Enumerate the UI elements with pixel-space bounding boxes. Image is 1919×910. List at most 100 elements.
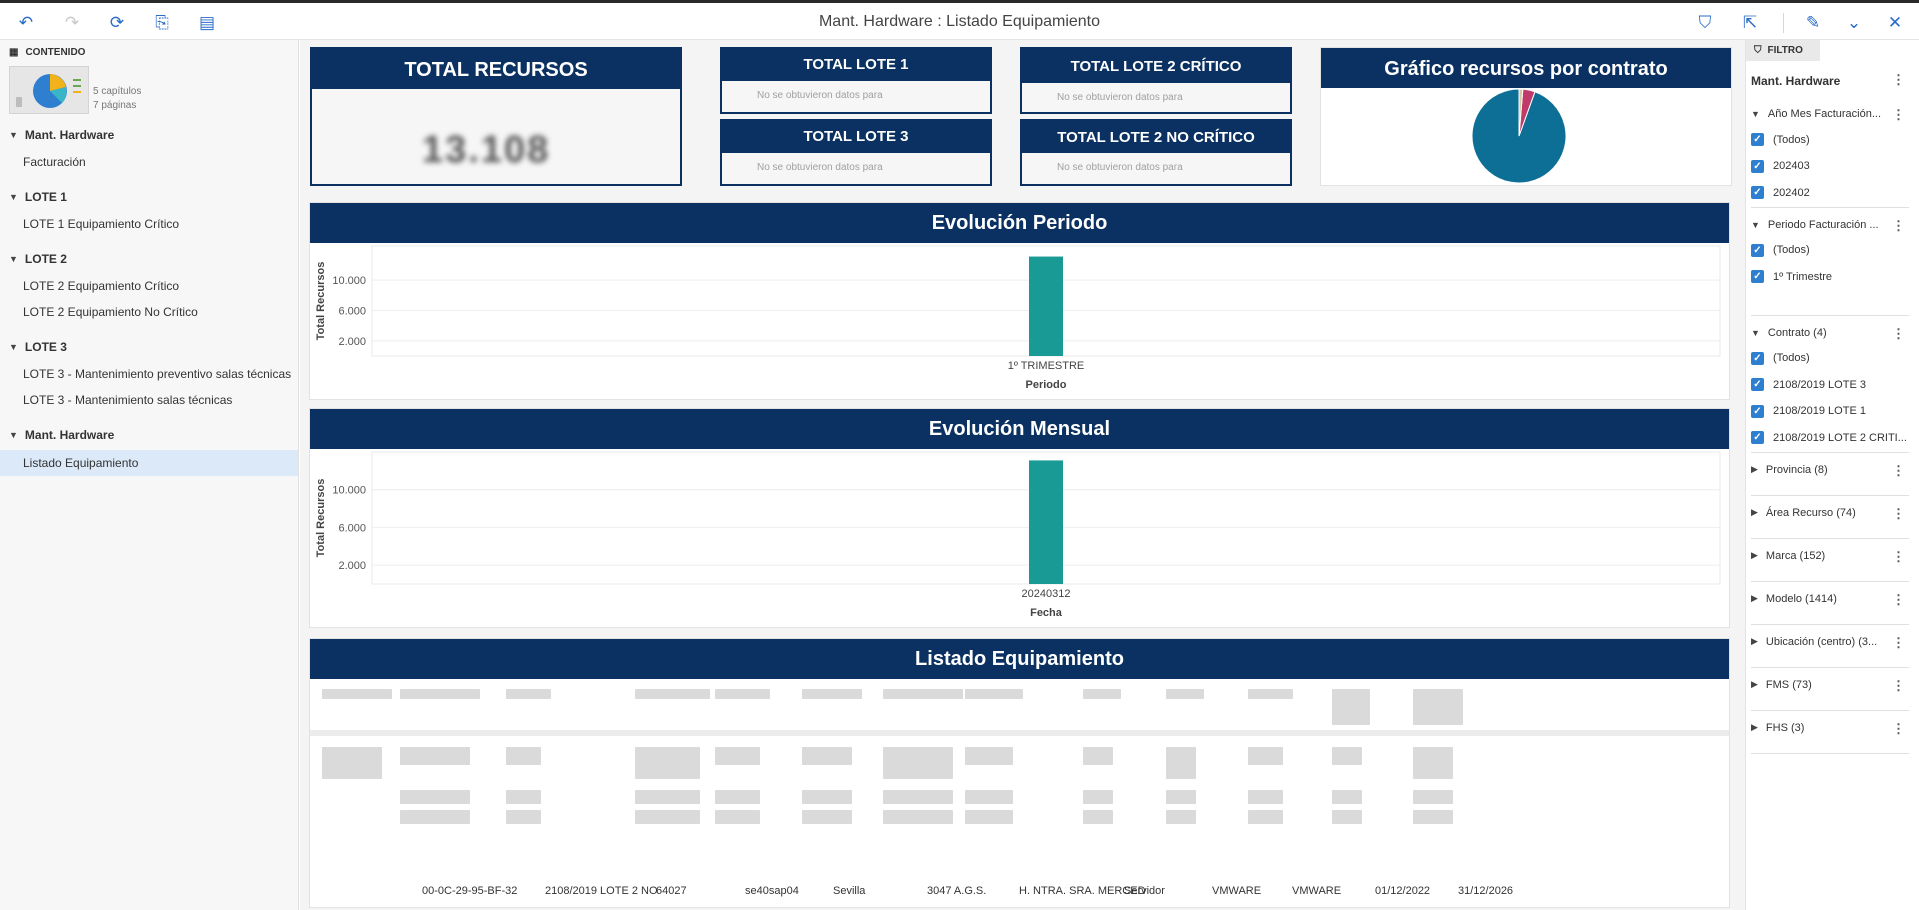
filter-option-label: 2108/2019 LOTE 3 [1773, 378, 1866, 391]
filter-group[interactable]: ▶ Área Recurso (74) [1751, 507, 1856, 519]
filter-group[interactable]: ▶ FHS (3) [1751, 722, 1804, 734]
undo-icon[interactable]: ↶ [15, 12, 37, 34]
section-title: LOTE 1 [24, 190, 67, 204]
filter-group[interactable]: ▶ Marca (152) [1751, 550, 1825, 562]
bar[interactable] [1029, 460, 1063, 584]
checkbox-checked-icon[interactable]: ✓ [1751, 351, 1764, 365]
section-title: Mant. Hardware [24, 128, 115, 142]
checkbox-checked-icon[interactable]: ✓ [1751, 159, 1764, 173]
edit-pencil-icon[interactable]: ✎ [1802, 12, 1824, 34]
nav-item-lote3-preventivo[interactable]: LOTE 3 - Mantenimiento preventivo salas … [0, 361, 298, 387]
filter-group[interactable]: ▶ FMS (73) [1751, 679, 1812, 691]
caret-right-icon: ▶ [1751, 464, 1758, 474]
filter-group[interactable]: ▼ Periodo Facturación ... [1751, 219, 1879, 231]
redacted-cell [1413, 747, 1453, 779]
nav-item-lote2-critico[interactable]: LOTE 2 Equipamiento Crítico [0, 273, 298, 299]
nav-item-lote2-no-critico[interactable]: LOTE 2 Equipamiento No Crítico [0, 299, 298, 325]
export-document-icon[interactable]: ⎘ [151, 12, 173, 34]
filter-group-label: Periodo Facturación ... [1767, 218, 1879, 231]
nav-item-listado-equipamiento[interactable]: Listado Equipamiento [0, 450, 298, 476]
checkbox-checked-icon[interactable]: ✓ [1751, 186, 1764, 199]
more-options-icon[interactable]: ⋮ [1892, 678, 1905, 694]
redacted-cell [1083, 790, 1113, 804]
filter-option[interactable]: ✓ 2108/2019 LOTE 1 [1751, 404, 1866, 418]
redacted-cell [322, 747, 382, 779]
filter-group-label: Marca (152) [1765, 549, 1826, 562]
more-options-icon[interactable]: ⋮ [1892, 218, 1905, 234]
redo-icon[interactable]: ↷ [61, 12, 83, 34]
kpi-total-lote-3[interactable]: TOTAL LOTE 3 No se obtuvieron datos para [720, 119, 992, 186]
section-lote-1[interactable]: ▼ LOTE 1 [9, 190, 67, 204]
more-options-icon[interactable]: ⋮ [1892, 506, 1905, 522]
refresh-icon[interactable]: ⟳ [106, 12, 128, 34]
kpi-title: TOTAL LOTE 1 [722, 49, 990, 81]
filter-icon[interactable]: ⛉ [1694, 12, 1716, 34]
filter-option[interactable]: ✓ 202403 [1751, 159, 1810, 173]
more-options-icon[interactable]: ⋮ [1892, 635, 1905, 651]
nav-item-lote1-critico[interactable]: LOTE 1 Equipamiento Crítico [0, 211, 298, 237]
filter-option[interactable]: ✓ (Todos) [1751, 243, 1810, 257]
x-axis-label: Periodo [1026, 379, 1067, 391]
checkbox-checked-icon[interactable]: ✓ [1751, 378, 1764, 391]
filter-group[interactable]: ▼ Año Mes Facturación... [1751, 108, 1881, 120]
redacted-cell [883, 810, 953, 824]
checkbox-checked-icon[interactable]: ✓ [1751, 133, 1764, 146]
y-tick-label: 6.000 [338, 522, 366, 534]
kpi-total-lote-1[interactable]: TOTAL LOTE 1 No se obtuvieron datos para [720, 47, 992, 114]
section-mant-hardware-2[interactable]: ▼ Mant. Hardware [9, 428, 114, 442]
filter-option-label: 202403 [1773, 160, 1810, 172]
more-options-icon[interactable]: ⋮ [1892, 549, 1905, 565]
filter-group-label: FMS (73) [1765, 678, 1812, 691]
filter-group[interactable]: ▶ Modelo (1414) [1751, 593, 1837, 605]
checkbox-checked-icon[interactable]: ✓ [1751, 431, 1764, 444]
redacted-cell [883, 689, 963, 699]
filter-option[interactable]: ✓ 1º Trimestre [1751, 270, 1832, 283]
more-options-icon[interactable]: ⋮ [1892, 592, 1905, 608]
more-options-icon[interactable]: ⋮ [1892, 72, 1905, 88]
report-thumbnail[interactable] [9, 66, 89, 114]
section-lote-2[interactable]: ▼ LOTE 2 [9, 252, 67, 266]
kpi-value: 13.108 [422, 129, 551, 171]
section-lote-3[interactable]: ▼ LOTE 3 [9, 340, 67, 354]
more-options-icon[interactable]: ⋮ [1892, 721, 1905, 737]
redacted-cell [965, 810, 1013, 824]
bar[interactable] [1029, 256, 1063, 356]
caret-right-icon: ▶ [1751, 550, 1758, 560]
top-toolbar: ↶ ↷ ⟳ ⎘ ▤ Mant. Hardware : Listado Equip… [0, 0, 1919, 40]
filter-option[interactable]: ✓ 2108/2019 LOTE 2 CRITI... [1751, 431, 1907, 444]
checkbox-checked-icon[interactable]: ✓ [1751, 404, 1764, 418]
filter-group[interactable]: ▶ Ubicación (centro) (3... [1751, 636, 1877, 648]
kpi-total-recursos[interactable]: TOTAL RECURSOS 13.108 [310, 47, 682, 186]
filter-tab[interactable]: ⛉ FILTRO [1746, 40, 1820, 61]
redacted-cell [1166, 689, 1204, 699]
more-options-icon[interactable]: ⋮ [1892, 107, 1905, 123]
window-title: Mant. Hardware : Listado Equipamiento [818, 13, 1101, 30]
nav-item-facturacion[interactable]: Facturación [0, 149, 298, 175]
table-cell: VMWARE [1212, 885, 1262, 897]
kpi-total-lote-2-no-critico[interactable]: TOTAL LOTE 2 NO CRÍTICO No se obtuvieron… [1020, 119, 1292, 186]
table-cell: VMWARE [1292, 885, 1342, 897]
filter-option[interactable]: ✓ (Todos) [1751, 133, 1810, 146]
checkbox-checked-icon[interactable]: ✓ [1751, 270, 1764, 283]
more-options-icon[interactable]: ⋮ [1892, 463, 1905, 479]
filter-option[interactable]: ✓ (Todos) [1751, 351, 1810, 365]
list-view-icon[interactable]: ▤ [196, 12, 218, 34]
more-options-icon[interactable]: ⋮ [1892, 326, 1905, 342]
kpi-total-lote-2-critico[interactable]: TOTAL LOTE 2 CRÍTICO No se obtuvieron da… [1020, 47, 1292, 114]
filter-divider [1751, 451, 1909, 453]
pie-chart-card[interactable]: Gráfico recursos por contrato [1320, 47, 1732, 186]
filter-option[interactable]: ✓ 2108/2019 LOTE 3 [1751, 378, 1866, 391]
close-icon[interactable]: ✕ [1884, 12, 1906, 34]
redacted-cell [1248, 689, 1293, 699]
section-mant-hardware[interactable]: ▼ Mant. Hardware [9, 128, 114, 142]
filter-group[interactable]: ▼ Contrato (4) [1751, 327, 1827, 339]
checkbox-checked-icon[interactable]: ✓ [1751, 243, 1764, 257]
filter-option-label: (Todos) [1773, 133, 1810, 146]
filter-group[interactable]: ▶ Provincia (8) [1751, 464, 1828, 476]
share-icon[interactable]: ⇱ [1739, 12, 1761, 34]
collapse-chevron-icon[interactable]: ⌄ [1843, 12, 1865, 34]
no-data-message: No se obtuvieron datos para [757, 90, 883, 101]
filter-option[interactable]: ✓ 202402 [1751, 186, 1810, 199]
nav-item-lote3-salas[interactable]: LOTE 3 - Mantenimiento salas técnicas [0, 387, 298, 413]
chart-plot: 2.000 6.000 10.000 Total Recursos 1º TRIMEST… [315, 245, 1721, 391]
